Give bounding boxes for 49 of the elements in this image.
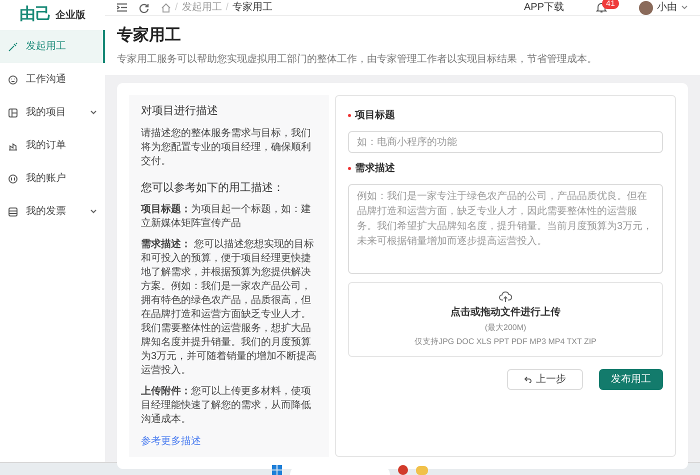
app-download-link[interactable]: APP下载	[524, 0, 564, 15]
pen-icon	[8, 42, 18, 52]
back-button[interactable]: 上一步	[507, 369, 583, 390]
more-descriptions-link[interactable]: 参考更多描述	[141, 434, 317, 449]
sidebar-item[interactable]: 我的订单	[0, 129, 105, 162]
example-description: 需求描述： 您可以描述您想实现的目标和可投入的预算，便于项目经理更快捷地了解需求，并根据预算为您提供解决方案。例如：我们是一家农产品公司，拥有特色的绿色农产品，品质很高，但在品牌打造和运营方面缺乏专业人才。我们需要整体性的运营服务，想扩大品牌知名度并提升销量。我们的月度预算为3万元，并可随着销量的增加不断提高运营投入。	[141, 238, 317, 378]
home-icon[interactable]	[161, 2, 171, 12]
field-label: 需求描述	[355, 162, 395, 176]
user-name[interactable]: 小由	[657, 0, 677, 15]
upload-size-limit: (最大200M)	[484, 322, 526, 334]
description-textarea[interactable]: 例如：我们是一家专注于绿色农产品的公司，产品品质优良。但在品牌打造和运营方面，缺乏专业人才，因此需要整体性的运营服务。我们希望扩大品牌知名度，提升销量。当前月度预算为3万元，未来可根据销量增加而逐步提高运营投入。	[348, 184, 663, 274]
caret-icon[interactable]	[681, 5, 688, 10]
chat-icon	[8, 74, 18, 84]
upload-formats: 仅支持JPG DOC XLS PPT PDF MP3 MP4 TXT ZIP	[414, 336, 596, 348]
publish-button[interactable]: 发布用工	[599, 369, 663, 390]
chart-icon	[8, 140, 18, 150]
bell-icon[interactable]	[596, 2, 607, 13]
breadcrumb-link[interactable]: 专家用工	[232, 0, 273, 15]
page-description: 专家用工服务可以帮助您实现虚拟用工部门的整体工作，由专家管理工作者以实现目标结果，节省管理成本。	[117, 52, 598, 67]
sidebar-item[interactable]: 我的项目	[0, 96, 105, 129]
upload-area[interactable]: 点击或拖动文件进行上传 (最大200M) 仅支持JPG DOC XLS PPT PDF MP3 MP4 TXT ZIP	[348, 282, 663, 357]
menu-icon[interactable]	[117, 3, 127, 12]
guide-intro: 请描述您的整体服务需求与目标，我们将为您配置专业的项目经理，确保顺利交付。	[141, 126, 312, 168]
chevron-down-icon	[90, 110, 97, 115]
guide-title: 对项目进行描述	[141, 104, 219, 119]
sidebar-item[interactable]: 工作沟通	[0, 63, 105, 96]
breadcrumb-separator: /	[175, 1, 178, 15]
example-description: 上传附件：您可以上传更多材料，使项目经理能快速了解您的需求，从而降低沟通成本。	[141, 385, 312, 427]
field-label: 项目标题	[355, 108, 395, 123]
sidebar-item[interactable]: 发起用工	[0, 30, 105, 63]
breadcrumb-separator: /	[226, 1, 229, 15]
refresh-icon[interactable]	[139, 2, 149, 12]
title-input[interactable]: 如：电商小程序的功能	[348, 131, 663, 153]
examples-title: 您可以参考如下的用工描述：	[141, 180, 285, 196]
example-description: 项目标题：为项目起一个标题，如：建立新媒体矩阵宣传产品	[141, 203, 312, 231]
logo-text: 由己	[20, 4, 52, 25]
receipt-icon	[8, 206, 18, 216]
notification-badge: 41	[602, 0, 619, 9]
avatar[interactable]	[639, 0, 653, 14]
cloud-upload-icon	[499, 291, 512, 303]
sidebar-item[interactable]: 我的发票	[0, 195, 105, 228]
grid-icon	[8, 108, 18, 118]
edition-label: 企业版	[56, 8, 86, 22]
windows-icon[interactable]	[272, 465, 282, 475]
sidebar-item[interactable]: 我的账户	[0, 162, 105, 195]
upload-title: 点击或拖动文件进行上传	[450, 306, 560, 320]
chevron-down-icon	[90, 209, 97, 214]
return-arrow-icon	[524, 376, 532, 383]
page-title: 专家用工	[117, 25, 182, 46]
